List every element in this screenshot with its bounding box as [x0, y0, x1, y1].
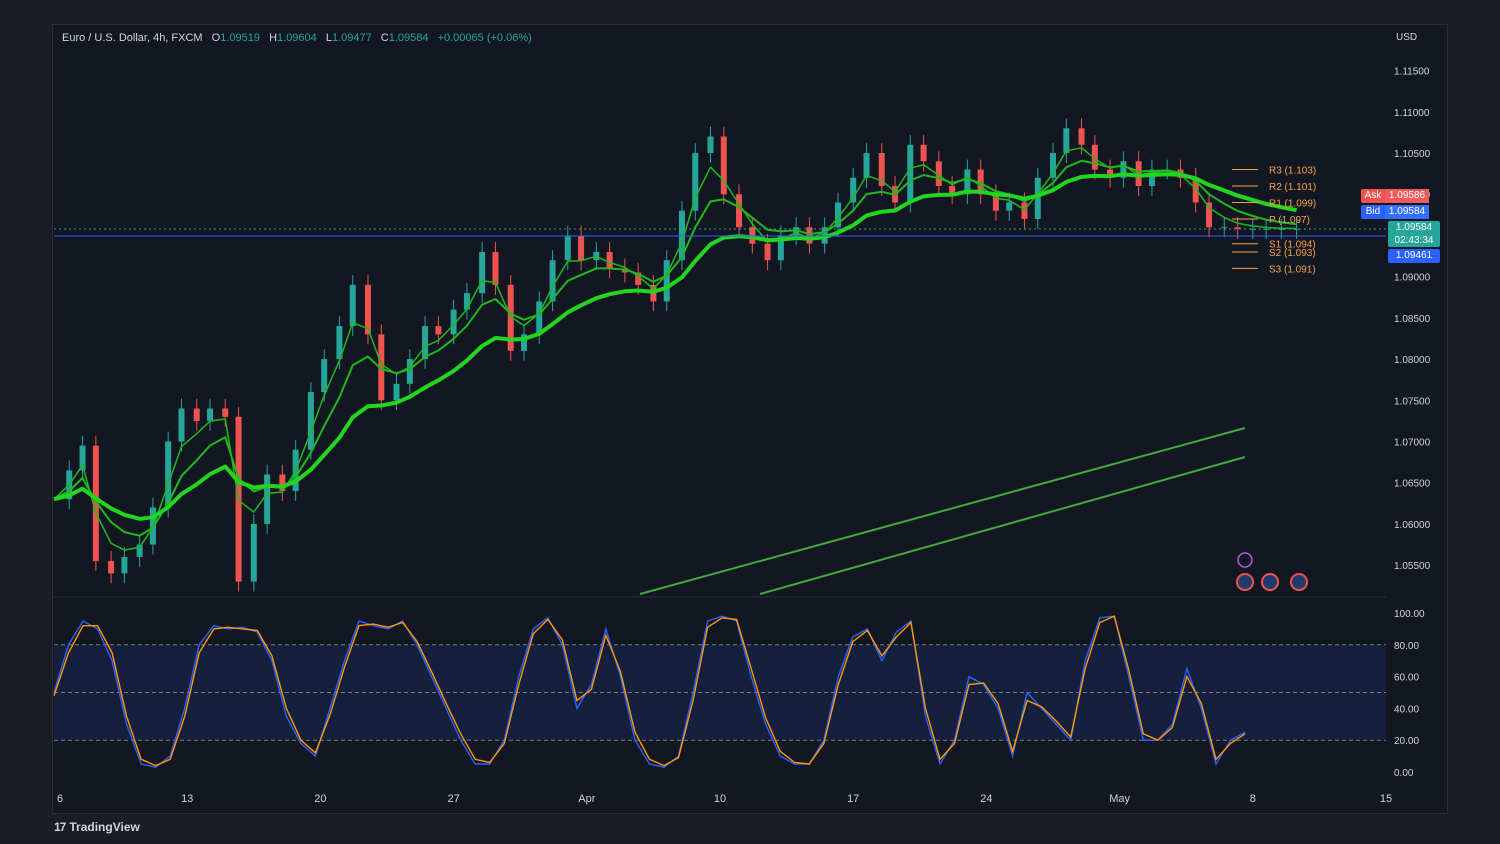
- candle-body: [736, 194, 743, 228]
- price-tick-label: 1.05500: [1394, 561, 1431, 572]
- candle-body: [1021, 202, 1028, 219]
- candle-body: [1034, 177, 1041, 219]
- price-tick-label: 1.08500: [1394, 314, 1431, 325]
- candle-body: [920, 144, 927, 162]
- candle-body: [564, 235, 571, 261]
- candle-body: [321, 359, 328, 393]
- change-value: +0.00065 (+0.06%): [437, 32, 532, 44]
- us-flag-event-icon: [1236, 573, 1254, 591]
- candle-body: [108, 561, 115, 574]
- price-tick-label: 1.11500: [1394, 67, 1430, 78]
- candle-body: [364, 284, 371, 335]
- candle-body: [863, 153, 870, 178]
- candle-body: [1206, 202, 1213, 228]
- candle-body: [479, 251, 486, 294]
- symbol-legend: Euro / U.S. Dollar, 4h, FXCM O1.09519 H1…: [62, 32, 532, 44]
- close-value: 1.09584: [388, 32, 429, 44]
- stoch-tick-label: 100.00: [1394, 609, 1425, 620]
- candle-body: [806, 227, 813, 244]
- candle-body: [764, 243, 771, 261]
- tradingview-icon: 17: [54, 820, 66, 834]
- horizontal-line-tag: 1.09461: [1388, 249, 1440, 263]
- candle-body: [193, 408, 200, 421]
- candle-body: [1221, 227, 1228, 229]
- tradingview-name: TradingView: [69, 820, 140, 834]
- tradingview-logo[interactable]: 17 TradingView: [54, 820, 140, 834]
- candle-body: [422, 326, 429, 360]
- candle-body: [663, 260, 670, 302]
- price-tick-label: 1.09000: [1394, 273, 1431, 284]
- bar-countdown: 02:43:34: [1394, 235, 1434, 246]
- candle-body: [578, 235, 585, 261]
- stoch-tick-label: 0.00: [1394, 768, 1414, 779]
- stoch-tick-label: 40.00: [1394, 704, 1419, 715]
- candle-body: [536, 301, 543, 335]
- ask-tag: Ask 1.09586: [1361, 189, 1429, 203]
- pivot-level-label: S3 (1.091): [1269, 264, 1316, 275]
- time-tick-label: 17: [847, 793, 859, 805]
- price-tick-label: 1.06000: [1394, 520, 1431, 531]
- pivot-level-label: R2 (1.101): [1269, 182, 1316, 193]
- currency-label: USD: [1396, 32, 1418, 43]
- candle-body: [121, 556, 128, 574]
- price-tick-label: 1.11000: [1394, 108, 1430, 119]
- lightning-icon: [1237, 552, 1253, 568]
- pivot-level-label: R1 (1.099): [1269, 198, 1316, 209]
- time-tick-label: 20: [314, 793, 326, 805]
- stoch-tick-label: 20.00: [1394, 736, 1419, 747]
- candle-body: [692, 153, 699, 211]
- ema-mid-line: [53, 159, 1297, 537]
- pivot-level-label: S2 (1.093): [1269, 248, 1316, 259]
- open-value: 1.09519: [220, 32, 260, 44]
- chart-canvas[interactable]: 1.115001.110001.105001.100001.095001.090…: [0, 0, 1500, 844]
- candle-body: [349, 284, 356, 327]
- stoch-tick-label: 80.00: [1394, 641, 1419, 652]
- candle-body: [435, 326, 442, 335]
- pivot-level-label: R3 (1.103): [1269, 166, 1316, 177]
- us-flag-event-icon: [1261, 573, 1279, 591]
- time-tick-label: Apr: [578, 793, 595, 805]
- price-tick-label: 1.07500: [1394, 396, 1431, 407]
- time-tick-label: 13: [181, 793, 193, 805]
- high-value: 1.09604: [277, 32, 317, 44]
- price-tick-label: 1.06500: [1394, 479, 1431, 490]
- stoch-tick-label: 60.00: [1394, 673, 1419, 684]
- candle-body: [222, 408, 229, 417]
- candle-body: [720, 136, 727, 195]
- low-value: 1.09477: [331, 32, 372, 44]
- price-tick-label: 1.10500: [1394, 149, 1431, 160]
- candle-body: [178, 408, 185, 442]
- bid-tag: Bid 1.09584: [1361, 205, 1429, 219]
- candle-body: [250, 523, 257, 582]
- time-tick-label: 24: [980, 793, 992, 805]
- time-tick-label: 10: [714, 793, 726, 805]
- candle-body: [207, 408, 214, 421]
- candle-body: [492, 251, 499, 285]
- last-price-tag: 1.09584 02:43:34: [1388, 221, 1440, 247]
- candle-body: [307, 392, 314, 450]
- time-tick-label: 6: [57, 793, 63, 805]
- channel-upper-line: [639, 427, 1246, 595]
- time-tick-label: 8: [1250, 793, 1256, 805]
- symbol-title: Euro / U.S. Dollar, 4h, FXCM: [62, 32, 203, 44]
- time-tick-label: 27: [447, 793, 459, 805]
- candle-body: [1063, 128, 1070, 154]
- candle-body: [264, 474, 271, 524]
- time-tick-label: 15: [1380, 793, 1392, 805]
- candle-body: [606, 251, 613, 269]
- candle-body: [707, 136, 714, 154]
- candle-body: [907, 144, 914, 203]
- candle-body: [1078, 128, 1085, 145]
- candle-body: [393, 383, 400, 401]
- us-flag-event-icon: [1290, 573, 1308, 591]
- candle-body: [1006, 202, 1013, 211]
- pivot-level-label: P (1.097): [1269, 215, 1310, 226]
- price-tick-label: 1.07000: [1394, 438, 1431, 449]
- channel-lower-line: [759, 456, 1246, 595]
- time-tick-label: May: [1109, 793, 1130, 805]
- candle-body: [463, 293, 470, 310]
- price-tick-label: 1.08000: [1394, 355, 1431, 366]
